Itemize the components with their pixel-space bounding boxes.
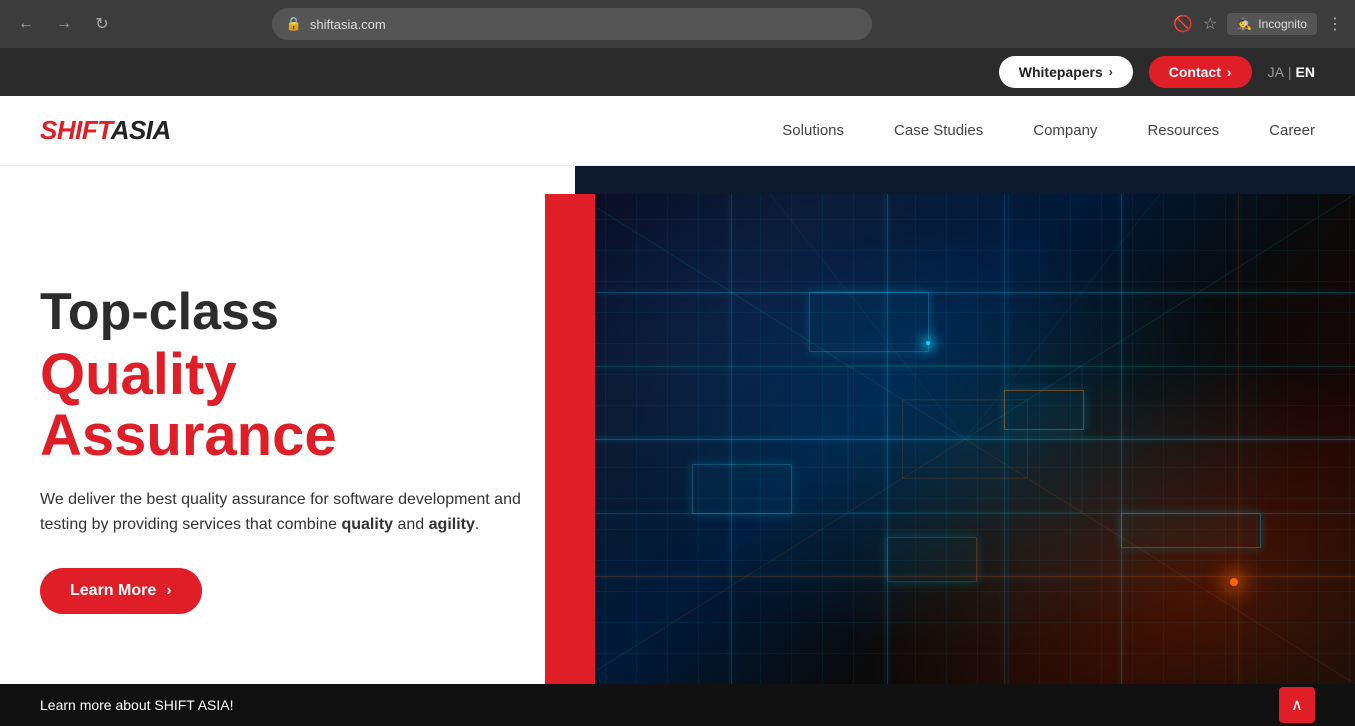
menu-icon[interactable]: ⋮	[1327, 14, 1343, 34]
bottom-bar: Learn more about SHIFT ASIA! ∧	[0, 684, 1355, 726]
glow-dot-cyan	[926, 341, 930, 345]
hero-heading-red: Quality Assurance	[40, 345, 535, 467]
whitepapers-label: Whitepapers	[1019, 64, 1103, 80]
incognito-badge: 🕵 Incognito	[1227, 13, 1317, 35]
nav-case-studies[interactable]: Case Studies	[894, 122, 983, 139]
learn-more-chevron: ›	[166, 582, 171, 600]
address-bar[interactable]: 🔒 shiftasia.com	[272, 8, 872, 40]
hero-left: Top-class Quality Assurance We deliver t…	[0, 194, 575, 684]
logo-asia: ASIA	[111, 115, 171, 145]
lang-ja[interactable]: JA	[1268, 64, 1284, 80]
browser-chrome: ← → ↻ 🔒 shiftasia.com 🚫 ☆ 🕵 Incognito ⋮	[0, 0, 1355, 48]
site-header: SHIFTASIA Solutions Case Studies Company…	[0, 96, 1355, 166]
back-button[interactable]: ←	[12, 10, 40, 38]
lock-icon: 🔒	[286, 16, 302, 32]
incognito-label: Incognito	[1258, 17, 1307, 31]
hero-desc-quality: quality	[341, 516, 393, 533]
language-switcher: JA | EN	[1268, 64, 1315, 80]
eye-slash-icon: 🚫	[1173, 14, 1193, 34]
glow-dot-orange	[1230, 578, 1238, 586]
site-logo[interactable]: SHIFTASIA	[40, 115, 171, 146]
whitepapers-chevron: ›	[1109, 65, 1113, 79]
top-strip	[0, 166, 1355, 194]
forward-button[interactable]: →	[50, 10, 78, 38]
nav-career[interactable]: Career	[1269, 122, 1315, 139]
nav-solutions[interactable]: Solutions	[782, 122, 844, 139]
glow-lines	[575, 194, 1355, 684]
top-strip-white	[0, 166, 575, 194]
scroll-up-icon: ∧	[1291, 695, 1303, 715]
contact-button[interactable]: Contact ›	[1149, 56, 1252, 88]
lang-separator: |	[1288, 64, 1292, 80]
main-nav: Solutions Case Studies Company Resources…	[782, 122, 1315, 139]
hero-desc-agility: agility	[429, 516, 475, 533]
perspective-svg	[575, 194, 1355, 684]
hero-assurance: Assurance	[40, 406, 535, 467]
top-strip-dark	[575, 166, 1355, 194]
hero-description: We deliver the best quality assurance fo…	[40, 487, 535, 538]
top-bar: Whitepapers › Contact › JA | EN	[0, 48, 1355, 96]
hero-heading-top: Top-class	[40, 284, 535, 341]
nav-company[interactable]: Company	[1033, 122, 1097, 139]
hero-image	[575, 194, 1355, 684]
contact-label: Contact	[1169, 64, 1221, 80]
hero-quality: Quality	[40, 345, 535, 406]
nav-resources[interactable]: Resources	[1147, 122, 1219, 139]
incognito-icon: 🕵	[1237, 17, 1252, 31]
lang-en[interactable]: EN	[1296, 64, 1315, 80]
browser-right-icons: 🚫 ☆ 🕵 Incognito ⋮	[1173, 13, 1343, 35]
hero-section: Top-class Quality Assurance We deliver t…	[0, 194, 1355, 684]
bookmark-icon[interactable]: ☆	[1203, 14, 1217, 34]
learn-more-label: Learn More	[70, 582, 156, 600]
whitepapers-button[interactable]: Whitepapers ›	[999, 56, 1133, 88]
learn-more-button[interactable]: Learn More ›	[40, 568, 202, 614]
contact-chevron: ›	[1227, 64, 1232, 80]
hero-desc-middle: and	[393, 516, 429, 533]
logo-shift: SHIFT	[40, 115, 111, 145]
hero-right	[575, 194, 1355, 684]
refresh-button[interactable]: ↻	[88, 10, 116, 38]
url-text: shiftasia.com	[310, 17, 386, 32]
hero-red-accent	[545, 194, 595, 684]
scroll-up-button[interactable]: ∧	[1279, 687, 1315, 723]
hero-desc-end: .	[475, 516, 479, 533]
bottom-bar-text: Learn more about SHIFT ASIA!	[40, 697, 234, 713]
